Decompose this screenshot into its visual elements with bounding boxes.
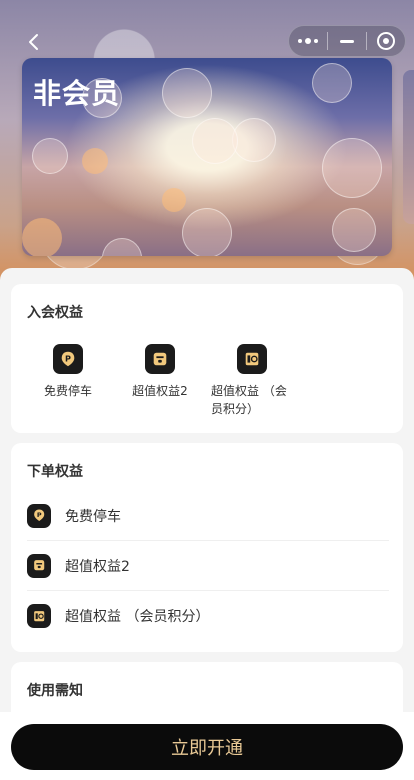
target-icon	[377, 32, 395, 50]
join-benefit-label: 超值权益2	[132, 384, 188, 398]
svg-text:P: P	[37, 511, 42, 519]
join-benefit-label: 免费停车	[43, 384, 92, 398]
join-benefits-section: 入会权益 P 免费停车 超值权益2 超值权益 （会员积分）	[11, 284, 403, 433]
more-dots-icon	[298, 38, 318, 44]
join-benefit-label: 超值权益 （会员积分）	[211, 384, 287, 416]
parking-icon: P	[27, 503, 51, 528]
close-miniprogram-button[interactable]	[367, 26, 405, 56]
minimize-button[interactable]	[328, 26, 366, 56]
order-benefits-title: 下单权益	[27, 464, 83, 480]
gift-box-icon	[27, 553, 51, 578]
points-icon	[237, 344, 267, 374]
order-benefit-row[interactable]: 超值权益2	[27, 541, 389, 591]
membership-card[interactable]: 非会员	[22, 58, 392, 256]
next-card-peek[interactable]	[403, 70, 414, 224]
join-benefit-item[interactable]: 超值权益 （会员积分）	[207, 344, 297, 418]
membership-level-title: 非会员	[33, 77, 121, 110]
usage-notice-title: 使用需知	[27, 683, 83, 699]
points-icon	[27, 604, 51, 628]
join-benefits-title: 入会权益	[27, 305, 83, 321]
order-benefit-label: 免费停车	[65, 508, 121, 525]
order-benefit-row[interactable]: 超值权益 （会员积分）	[27, 591, 389, 641]
bottom-action-bar: 立即开通	[0, 712, 414, 780]
gift-box-icon	[145, 344, 175, 374]
join-benefit-item[interactable]: P 免费停车	[23, 344, 113, 400]
back-button[interactable]	[20, 28, 48, 56]
activate-now-button[interactable]: 立即开通	[11, 724, 403, 770]
join-benefit-item[interactable]: 超值权益2	[115, 344, 205, 400]
mini-program-capsule	[288, 25, 406, 57]
minus-icon	[340, 39, 354, 43]
order-benefit-label: 超值权益2	[65, 558, 130, 575]
svg-text:P: P	[65, 353, 71, 363]
chevron-left-icon	[29, 34, 38, 50]
order-benefits-section: 下单权益 P 免费停车 超值权益2 超值权益 （会员积分）	[11, 443, 403, 652]
parking-icon: P	[53, 344, 83, 374]
more-button[interactable]	[289, 26, 327, 56]
order-benefit-row[interactable]: P 免费停车	[27, 491, 389, 541]
order-benefit-label: 超值权益 （会员积分）	[65, 609, 210, 625]
benefits-sheet: 入会权益 P 免费停车 超值权益2 超值权益 （会员积分） 下单权益 P 免费停…	[0, 268, 414, 780]
